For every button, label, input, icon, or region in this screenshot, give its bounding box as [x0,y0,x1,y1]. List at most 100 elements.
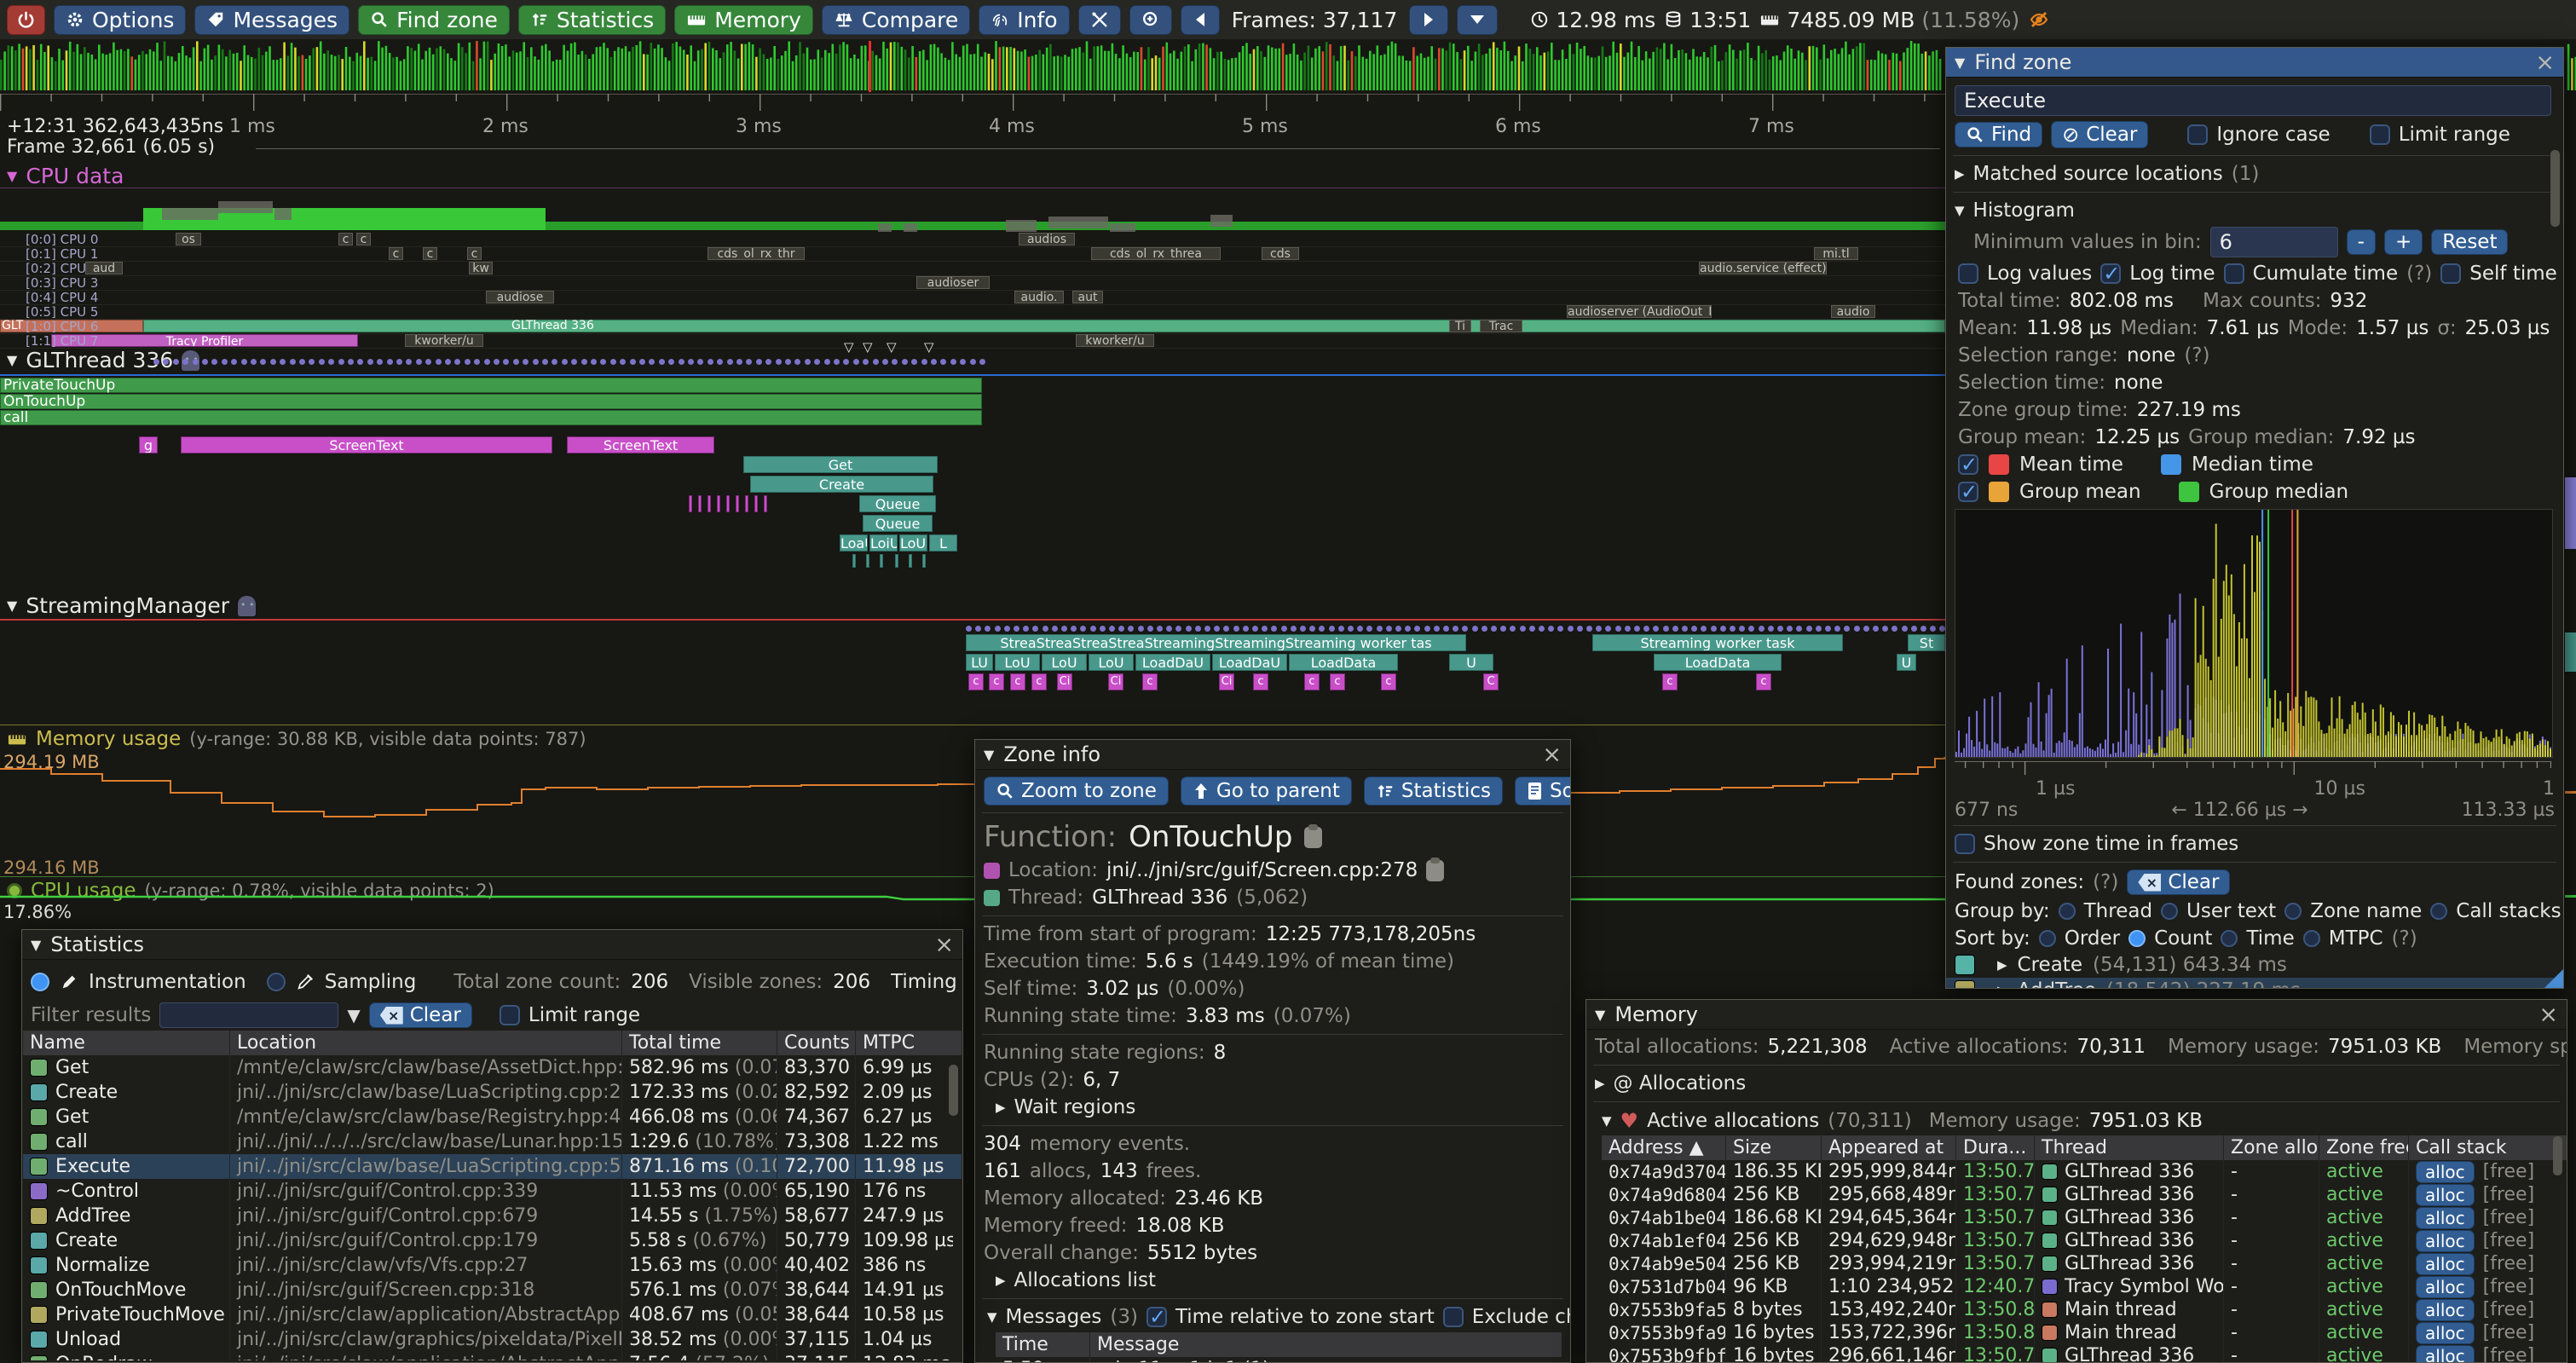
copy-icon[interactable] [1304,827,1322,848]
log-time-checkbox[interactable] [2100,263,2121,284]
collapsed-zone-dot[interactable] [1043,626,1048,632]
collapsed-zone-dot[interactable] [950,359,956,365]
collapsed-zone-dot[interactable] [765,359,771,365]
time-relative-checkbox[interactable] [1146,1307,1167,1327]
filter-clear-button[interactable]: ×Clear [369,1002,472,1028]
collapsed-zone-dot[interactable] [1357,626,1363,632]
group-by-radio[interactable] [2059,903,2076,920]
collapsed-zone-dot[interactable] [1166,626,1172,632]
statistics-row[interactable]: Get/mnt/e/claw/src/claw/base/AssetDict.h… [23,1055,962,1080]
memory-row[interactable]: 0x74a9d68040256 KB295,668,489ns13:50.7GL… [1602,1183,2567,1206]
tiny-zone-bar[interactable] [717,495,720,512]
collapsed-zone-dot[interactable] [756,359,762,365]
memory-row[interactable]: 0x7553b9fa508 bytes153,492,240ns13:50.8M… [1602,1298,2567,1321]
collapsed-zone-dot[interactable] [1090,626,1096,632]
collapsed-zone-dot[interactable] [1023,626,1029,632]
find-zone-input[interactable]: Execute [1955,85,2551,116]
collapsed-zone-dot[interactable] [1481,626,1487,632]
tiny-zone-bar[interactable]: Ci [1108,673,1123,690]
collapsed-zone-dot[interactable] [1386,626,1392,632]
collapsed-zone-dot[interactable] [1730,626,1736,632]
cumulate-time-checkbox[interactable] [2224,263,2244,284]
collapsed-zone-dot[interactable] [1672,626,1678,632]
find-zone-titlebar[interactable]: ▼ Find zone × [1946,48,2563,78]
collapsed-zone-dot[interactable] [270,359,276,365]
allocations-node[interactable]: ▶@ Allocations [1586,1070,2567,1097]
statistics-row[interactable]: Get/mnt/e/claw/src/claw/base/Registry.hp… [23,1105,962,1129]
collapsed-zone-dot[interactable] [484,359,490,365]
cpu-zone-box[interactable]: c [338,233,353,245]
alloc-button[interactable]: alloc [2416,1207,2475,1229]
collapsed-zone-dot[interactable] [290,359,296,365]
col-thread[interactable]: Thread [2034,1135,2223,1160]
tiny-zone-bar[interactable] [764,495,767,512]
find-button[interactable]: Find [1955,122,2042,147]
collapsed-zone-dot[interactable] [1930,626,1936,632]
memory-button[interactable]: Memory [674,5,813,35]
collapsed-zone-dot[interactable] [1052,626,1058,632]
collapsed-zone-dot[interactable] [1768,626,1774,632]
tiny-zone-bar[interactable]: Ci [1057,673,1072,690]
cpu-zone-box[interactable]: audioserver (AudioOut_D) [1567,305,1712,318]
statistics-row[interactable]: Executejni/../jni/src/claw/base/LuaScrip… [23,1154,962,1179]
zone-bar[interactable]: Get [743,456,938,473]
glthread-lane-bar[interactable] [0,378,982,393]
col-location[interactable]: Location [229,1031,621,1055]
collapsed-zone-dot[interactable] [1577,626,1583,632]
collapsed-zone-dot[interactable] [970,359,976,365]
limit-range-checkbox[interactable] [2370,124,2390,145]
collapsed-zone-dot[interactable] [985,626,991,632]
collapsed-zone-dot[interactable] [571,359,577,365]
collapsed-zone-dot[interactable] [620,359,626,365]
tiny-zone-bar[interactable] [698,495,702,512]
cpu-zone-box[interactable]: audio.service (effect) [1699,262,1827,274]
collapsed-zone-dot[interactable] [542,359,548,365]
zone-bar[interactable]: Queue [863,515,933,532]
tiny-zone-bar[interactable] [745,495,748,512]
collapsed-zone-dot[interactable] [309,359,315,365]
close-icon[interactable]: × [934,933,954,956]
zone-bar[interactable]: StreaStreaStreaStreaStreamingStreamingSt… [966,634,1466,651]
glthread-lane-bar[interactable] [0,394,982,409]
collapsed-zone-dot[interactable] [1796,626,1802,632]
find-zone-histogram[interactable] [1955,509,2553,758]
messages-node[interactable]: ▼ [987,1309,997,1325]
collapsed-zone-dot[interactable] [1653,626,1659,632]
tiny-zone-bar[interactable] [880,554,883,568]
zone-bar[interactable]: U [1897,654,1916,671]
collapsed-zone-dot[interactable] [1643,626,1649,632]
collapsed-zone-dot[interactable] [1834,626,1840,632]
collapsed-zone-dot[interactable] [727,359,733,365]
collapsed-zone-dot[interactable] [668,359,674,365]
cpu-zone-box[interactable]: cds_ol_rx_threa [1091,247,1221,260]
col-mtpc[interactable]: MTPC [855,1031,953,1055]
zone-bar[interactable]: Create [750,476,933,493]
pause-indicator-icon[interactable] [2028,9,2050,30]
min-bin-minus-button[interactable]: - [2347,229,2376,255]
log-values-checkbox[interactable] [1958,263,1978,284]
collapsed-zone-dot[interactable] [863,359,869,365]
col-time[interactable]: Time [996,1332,1089,1357]
memory-titlebar[interactable]: ▼ Memory × [1586,1000,2567,1030]
collapsed-zone-dot[interactable] [173,359,179,365]
collapsed-zone-dot[interactable] [494,359,500,365]
funnel-icon[interactable]: ▼ [347,1005,360,1025]
collapsed-zone-dot[interactable] [1138,626,1144,632]
zone-bar[interactable]: Streaming worker task [1592,634,1843,651]
col-call-stack[interactable]: Call stack [2408,1135,2560,1160]
col-name[interactable]: Name [23,1031,229,1055]
collapsed-zone-dot[interactable] [1911,626,1917,632]
zone-bar[interactable]: LoU [995,654,1040,671]
collapsed-zone-dot[interactable] [1500,626,1506,632]
collapsed-zone-dot[interactable] [1882,626,1888,632]
next-frame-button[interactable] [1409,5,1448,35]
zone-bar[interactable]: LoiUp [869,534,898,552]
goto-frame-button[interactable] [1129,5,1172,35]
alloc-button[interactable]: alloc [2416,1299,2475,1321]
collapsed-zone-dot[interactable] [1759,626,1765,632]
memory-row[interactable]: 0x74ab1be040186.68 KB294,645,364ns13:50.… [1602,1206,2567,1229]
collapsed-zone-dot[interactable] [649,359,655,365]
collapsed-zone-dot[interactable] [1873,626,1879,632]
collapsed-zone-dot[interactable] [533,359,539,365]
collapsed-zone-dot[interactable] [600,359,606,365]
